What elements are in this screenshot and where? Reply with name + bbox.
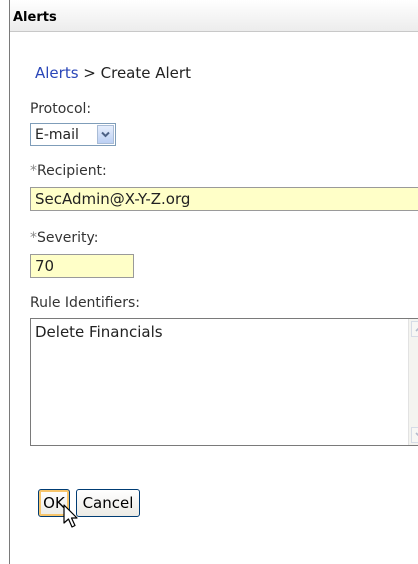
textarea-scrollbar[interactable] [408, 319, 418, 445]
rule-identifiers-label: Rule Identifiers: [30, 295, 141, 311]
rule-identifiers-value: Delete Financials [35, 323, 163, 341]
severity-input[interactable]: 70 [30, 254, 134, 278]
recipient-label: *Recipient: [30, 163, 107, 179]
recipient-label-text: Recipient: [37, 163, 107, 179]
scroll-up-arrow-icon[interactable] [411, 321, 418, 337]
breadcrumb-current: Create Alert [100, 64, 191, 82]
recipient-input[interactable]: SecAdmin@X-Y-Z.org [30, 187, 418, 211]
rule-identifiers-textarea[interactable]: Delete Financials [30, 318, 418, 446]
breadcrumb-link-alerts[interactable]: Alerts [35, 64, 79, 82]
required-marker: * [30, 163, 37, 179]
scroll-down-arrow-icon[interactable] [411, 427, 418, 443]
panel-title: Alerts [10, 0, 418, 32]
severity-label-text: Severity: [37, 230, 99, 246]
mouse-pointer-icon [63, 504, 79, 534]
required-marker: * [30, 230, 37, 246]
breadcrumb: Alerts > Create Alert [35, 64, 191, 82]
chevron-down-icon[interactable] [97, 125, 114, 144]
protocol-label: Protocol: [30, 101, 92, 117]
cancel-button[interactable]: Cancel [76, 489, 140, 517]
protocol-selected-value: E-mail [35, 126, 79, 143]
severity-label: *Severity: [30, 230, 99, 246]
alerts-panel: Alerts Alerts > Create Alert Protocol: E… [9, 0, 418, 564]
breadcrumb-separator: > [78, 64, 101, 82]
protocol-select[interactable]: E-mail [30, 123, 116, 146]
